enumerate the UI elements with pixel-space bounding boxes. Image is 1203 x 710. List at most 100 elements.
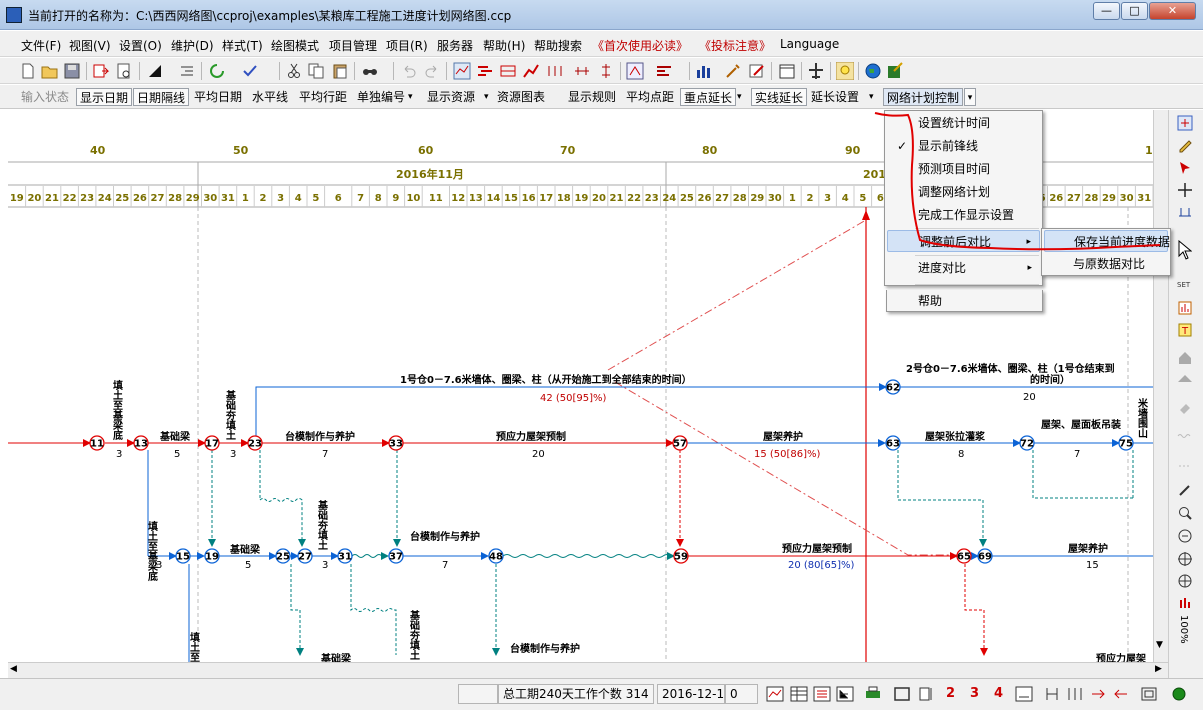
select-node-icon[interactable]: [1177, 115, 1193, 131]
wave-icon[interactable]: [1177, 428, 1193, 444]
redo-icon[interactable]: [423, 62, 441, 80]
date-gridline-button[interactable]: 日期隔线: [133, 88, 190, 106]
column-chart-icon[interactable]: [1177, 595, 1193, 611]
pencil-icon[interactable]: [1177, 137, 1193, 153]
format-icon[interactable]: [626, 62, 644, 80]
list-view-icon[interactable]: [813, 686, 831, 702]
undo-icon[interactable]: [400, 62, 418, 80]
expand-icon[interactable]: [1089, 686, 1107, 702]
input-status-button[interactable]: 输入状态: [18, 88, 72, 106]
menu-style[interactable]: 样式(T): [222, 37, 263, 54]
maximize-button[interactable]: □: [1121, 2, 1148, 20]
resource-chart-icon[interactable]: [695, 62, 713, 80]
check-icon[interactable]: [241, 62, 259, 80]
minimize-button[interactable]: —: [1093, 2, 1120, 20]
collapse-icon[interactable]: [1112, 686, 1130, 702]
open-folder-icon[interactable]: [41, 62, 59, 80]
average-row-spacing-button[interactable]: 平均行距: [296, 88, 350, 106]
menu-item-save-progress[interactable]: 保存当前进度数据: [1044, 230, 1170, 252]
align-icon[interactable]: [546, 62, 564, 80]
baseline-icon[interactable]: [1015, 686, 1033, 702]
magic-wand-icon[interactable]: [1177, 482, 1193, 498]
airplane-icon[interactable]: [807, 62, 825, 80]
average-point-spacing-button[interactable]: 平均点距: [623, 88, 677, 106]
menu-item-help[interactable]: 帮助: [886, 290, 1043, 312]
menu-item-before-after-compare[interactable]: 调整前后对比 ▸: [887, 230, 1040, 252]
network-view-icon[interactable]: [766, 686, 784, 702]
menu-help[interactable]: 帮助(H): [483, 37, 525, 54]
tree-view-icon[interactable]: [836, 686, 854, 702]
single-numbering-button[interactable]: 单独编号: [354, 88, 408, 106]
level-icon[interactable]: [655, 62, 673, 80]
gantt-view-icon[interactable]: [476, 62, 494, 80]
horizontal-scrollbar[interactable]: ◀ ▶: [8, 662, 1168, 678]
chart-icon[interactable]: [1177, 300, 1193, 316]
edit-icon[interactable]: [748, 62, 766, 80]
menu-file[interactable]: 文件(F): [21, 37, 61, 54]
menu-item-set-stat-time[interactable]: 设置统计时间: [887, 112, 1040, 134]
chevron-down-icon[interactable]: ▾: [481, 88, 492, 106]
roof-icon[interactable]: [1177, 372, 1193, 388]
marker-2[interactable]: 2: [946, 686, 964, 702]
align-vertical-icon[interactable]: [1043, 686, 1061, 702]
print-preview-icon[interactable]: [115, 62, 133, 80]
fill-triangle-icon[interactable]: [146, 62, 164, 80]
arrow-pointer-icon[interactable]: [1177, 160, 1193, 176]
menu-item-completed-display[interactable]: 完成工作显示设置: [887, 204, 1040, 226]
menu-first-use[interactable]: 《首次使用必读》: [592, 37, 688, 54]
average-date-button[interactable]: 平均日期: [191, 88, 245, 106]
fit-window-icon[interactable]: [1140, 686, 1158, 702]
link-icon[interactable]: [1177, 204, 1193, 220]
extend-settings-button[interactable]: 延长设置: [808, 88, 862, 106]
globe-icon[interactable]: [864, 62, 882, 80]
align-columns-icon[interactable]: [1066, 686, 1084, 702]
cut-icon[interactable]: [285, 62, 303, 80]
chevron-down-icon[interactable]: ▾: [866, 88, 877, 106]
close-button[interactable]: ✕: [1149, 2, 1196, 20]
menu-item-progress-compare[interactable]: 进度对比 ▸: [887, 257, 1040, 279]
menu-view[interactable]: 视图(V): [69, 37, 111, 54]
scroll-left-icon[interactable]: ◀: [10, 664, 17, 674]
scroll-down-icon[interactable]: ▼: [1156, 640, 1163, 650]
distribute-h-icon[interactable]: [573, 62, 591, 80]
menu-item-adjust-network[interactable]: 调整网络计划: [887, 181, 1040, 203]
move-icon[interactable]: [1177, 182, 1193, 198]
menu-settings[interactable]: 设置(O): [119, 37, 162, 54]
set-icon[interactable]: SET: [1177, 275, 1193, 291]
network-icon[interactable]: [1177, 573, 1193, 589]
dashed-line-icon[interactable]: [1177, 458, 1193, 474]
copy-icon[interactable]: [307, 62, 325, 80]
save-icon[interactable]: [63, 62, 81, 80]
curve-icon[interactable]: [522, 62, 540, 80]
menu-item-show-frontier[interactable]: ✓ 显示前锋线: [887, 135, 1040, 157]
export-icon[interactable]: [92, 62, 110, 80]
distribute-v-icon[interactable]: [597, 62, 615, 80]
menu-project-manage[interactable]: 项目管理: [329, 37, 377, 54]
show-rules-button[interactable]: 显示规则: [565, 88, 619, 106]
menu-maintain[interactable]: 维护(D): [171, 37, 214, 54]
paste-icon[interactable]: [331, 62, 349, 80]
solid-extend-button[interactable]: 实线延长: [751, 88, 808, 106]
text-icon[interactable]: T: [1177, 322, 1193, 338]
chevron-down-icon[interactable]: ▾: [405, 88, 416, 106]
menu-language[interactable]: Language: [780, 37, 839, 51]
scroll-right-icon[interactable]: ▶: [1155, 664, 1162, 674]
house-icon[interactable]: [1177, 350, 1193, 366]
menu-project[interactable]: 项目(R): [386, 37, 428, 54]
marker-3[interactable]: 3: [970, 686, 988, 702]
network-plan-control-button[interactable]: 网络计划控制: [883, 88, 964, 106]
chevron-down-icon[interactable]: ▾: [734, 88, 745, 106]
menu-draw-mode[interactable]: 绘图模式: [271, 37, 319, 54]
print-icon[interactable]: [864, 686, 882, 702]
new-file-icon[interactable]: [19, 62, 37, 80]
network-view-icon[interactable]: [453, 62, 471, 80]
menu-item-compare-original[interactable]: 与原数据对比: [1044, 253, 1168, 275]
eraser-icon[interactable]: [1177, 400, 1193, 416]
timeline-icon[interactable]: [499, 62, 517, 80]
horizontal-line-button[interactable]: 水平线: [249, 88, 291, 106]
tools-icon[interactable]: [724, 62, 742, 80]
table-view-icon[interactable]: [790, 686, 808, 702]
refresh-icon[interactable]: [208, 62, 226, 80]
resource-chart-button[interactable]: 资源图表: [494, 88, 548, 106]
frame-icon[interactable]: [893, 686, 911, 702]
